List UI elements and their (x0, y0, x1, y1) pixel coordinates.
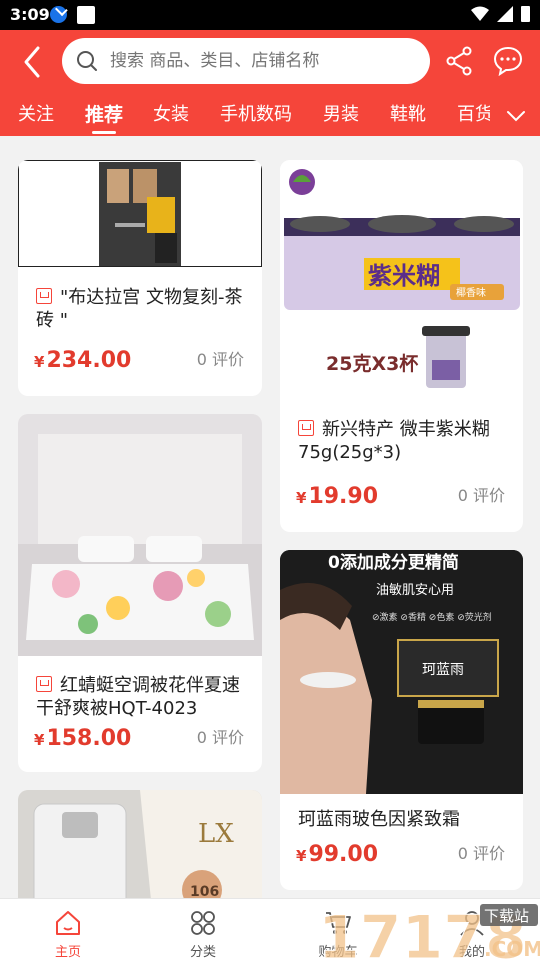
battery-icon (521, 6, 530, 22)
home-icon (56, 911, 80, 935)
top-header: 关注 推荐 女装 手机数码 男装 鞋靴 百货 (0, 30, 540, 136)
watermark-logo: 17178 下载站 .COM (316, 902, 540, 960)
chevron-down-icon (507, 111, 525, 122)
svg-text:⊘激素 ⊘香精 ⊘色素 ⊘荧光剂: ⊘激素 ⊘香精 ⊘色素 ⊘荧光剂 (372, 611, 492, 623)
product-card[interactable]: 紫米糊 椰香味 25克X3杯 新兴特产 微丰紫米糊75g(25g*3) ¥19.… (280, 160, 523, 532)
product-card[interactable]: 红蜻蜓空调被花伴夏速干舒爽被HQT-4023 ¥158.00 0 评价 (18, 414, 262, 772)
tab-digital[interactable]: 手机数码 (220, 100, 292, 126)
wifi-icon (471, 6, 489, 21)
product-title: "布达拉宫 文物复刻-茶砖 " (36, 287, 243, 331)
review-count: 0 评价 (196, 728, 244, 747)
watermark-graphic: 17178 下载站 .COM (318, 903, 540, 960)
product-image (18, 414, 262, 656)
review-count: 0 评价 (457, 844, 505, 863)
svg-text:0添加成分更精简: 0添加成分更精简 (328, 552, 459, 573)
svg-text:LX: LX (198, 819, 234, 849)
product-price: ¥19.90 (296, 484, 379, 509)
svg-text:25克X3杯: 25克X3杯 (326, 352, 418, 375)
product-image (18, 160, 262, 267)
product-photo (18, 414, 262, 656)
tab-recommend[interactable]: 推荐 (85, 100, 123, 134)
product-photo (99, 162, 181, 266)
nav-category-label: 分类 (189, 945, 216, 960)
product-card[interactable]: "布达拉宫 文物复刻-茶砖 " ¥234.00 0 评价 (18, 160, 262, 396)
nav-home[interactable]: 主页 (18, 899, 118, 960)
back-icon[interactable] (18, 44, 48, 80)
tab-general[interactable]: 百货 (457, 100, 493, 126)
product-photo: 紫米糊 椰香味 25克X3杯 (284, 169, 520, 388)
svg-text:椰香味: 椰香味 (456, 286, 486, 299)
tab-shoes[interactable]: 鞋靴 (390, 100, 426, 126)
product-title: 新兴特产 微丰紫米糊75g(25g*3) (298, 419, 490, 463)
product-photo: 0添加成分更精简 油敏肌安心用 ⊘激素 ⊘香精 ⊘色素 ⊘荧光剂 珂蓝雨 (280, 550, 523, 794)
tabs-expand-button[interactable] (490, 96, 540, 136)
product-image: 0添加成分更精简 油敏肌安心用 ⊘激素 ⊘香精 ⊘色素 ⊘荧光剂 珂蓝雨 (280, 550, 523, 794)
status-time: 3:09 (10, 5, 50, 24)
product-image: LX 106 (18, 790, 262, 910)
product-title: 红蜻蜓空调被花伴夏速干舒爽被HQT-4023 (36, 675, 240, 719)
product-price: ¥158.00 (34, 726, 132, 751)
search-input[interactable] (110, 38, 410, 84)
nav-category[interactable]: 分类 (153, 899, 253, 960)
shop-badge-icon (36, 676, 52, 692)
review-count: 0 评价 (457, 486, 505, 505)
category-tabs: 关注 推荐 女装 手机数码 男装 鞋靴 百货 (0, 96, 540, 136)
shop-badge-icon (36, 288, 52, 304)
shop-badge-icon (298, 420, 314, 436)
svg-text:紫米糊: 紫米糊 (368, 262, 440, 290)
tab-follow[interactable]: 关注 (18, 100, 54, 126)
tab-womens[interactable]: 女装 (153, 100, 189, 126)
svg-text:下载站: 下载站 (484, 907, 529, 925)
product-photo: LX 106 (18, 790, 262, 910)
product-price: ¥99.00 (296, 842, 379, 867)
product-price: ¥234.00 (34, 348, 132, 373)
category-icon (191, 911, 215, 935)
product-card[interactable]: LX 106 (18, 790, 262, 910)
svg-text:珂蓝雨: 珂蓝雨 (422, 662, 464, 678)
nav-home-label: 主页 (54, 945, 81, 960)
search-bar[interactable] (62, 38, 430, 84)
message-icon[interactable] (493, 46, 523, 76)
tab-mens[interactable]: 男装 (323, 100, 359, 126)
product-image: 紫米糊 椰香味 25克X3杯 (280, 160, 523, 400)
search-icon (77, 51, 97, 71)
review-count: 0 评价 (196, 350, 244, 369)
share-icon[interactable] (445, 46, 473, 76)
status-bar: 3:09 (0, 0, 540, 30)
notification-icon (77, 6, 95, 24)
svg-text:油敏肌安心用: 油敏肌安心用 (376, 583, 454, 598)
product-card[interactable]: 0添加成分更精简 油敏肌安心用 ⊘激素 ⊘香精 ⊘色素 ⊘荧光剂 珂蓝雨 珂蓝雨… (280, 550, 523, 890)
download-icon (50, 6, 67, 23)
signal-icon (497, 6, 513, 22)
svg-text:.COM: .COM (484, 937, 540, 960)
product-title: 珂蓝雨玻色因紧致霜 (298, 809, 460, 830)
